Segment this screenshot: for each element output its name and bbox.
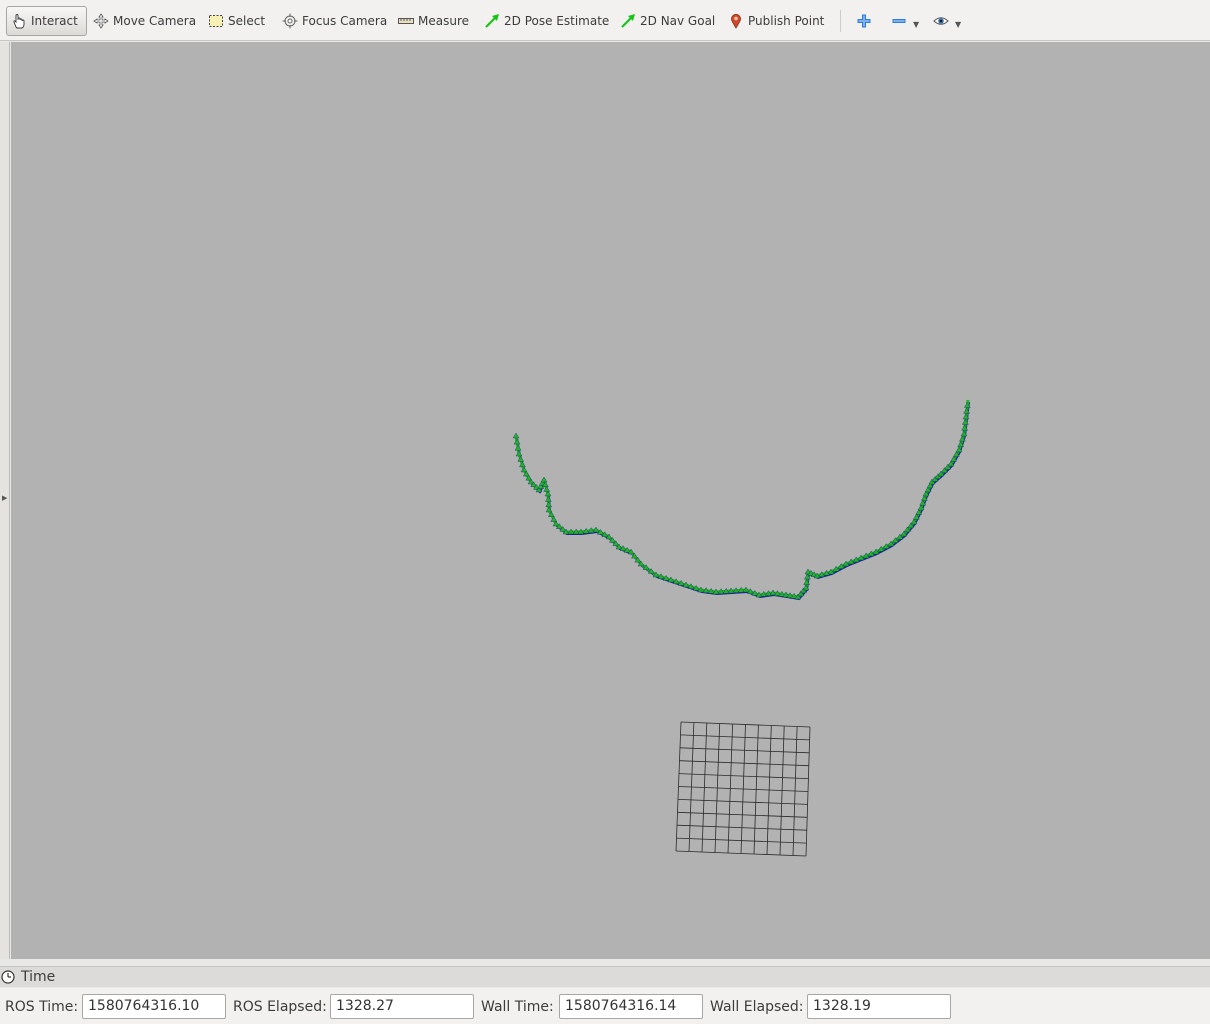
pose-marker [514, 444, 522, 451]
ruler-icon [398, 13, 414, 29]
wall-elapsed-label: Wall Elapsed: [710, 999, 804, 1015]
tool-move-camera-label: Move Camera [113, 14, 197, 28]
ros-time-field[interactable]: 1580764316.10 [82, 994, 226, 1019]
tool-2d-nav-goal-label: 2D Nav Goal [640, 14, 716, 28]
robot-path [512, 399, 971, 601]
green-arrow-icon [484, 13, 500, 29]
render-viewport[interactable] [11, 42, 1210, 959]
green-arrow-icon [620, 13, 636, 29]
focus-camera-icon [282, 13, 298, 29]
minus-icon [891, 13, 907, 29]
path-line [514, 399, 970, 599]
ros-elapsed-label: ROS Elapsed: [233, 999, 327, 1015]
ground-grid [675, 721, 811, 857]
time-panel-header: Time [0, 966, 1210, 987]
tool-interact-button[interactable]: Interact [6, 6, 87, 36]
pose-marker [545, 506, 553, 513]
chevron-down-icon: ▼ [955, 19, 962, 29]
tool-select-button[interactable]: Select [208, 6, 265, 36]
remove-tool-dropdown[interactable]: ▼ [891, 6, 919, 36]
path-shadow-line [516, 401, 970, 601]
tool-move-camera-button[interactable]: Move Camera [93, 6, 196, 36]
tool-measure-button[interactable]: Measure [398, 6, 469, 36]
displays-panel-collapse-handle[interactable]: ▶ [0, 42, 10, 959]
chevron-down-icon: ▼ [913, 19, 920, 29]
chevron-right-icon: ▶ [2, 494, 8, 502]
tool-measure-label: Measure [418, 14, 469, 28]
add-tool-button[interactable] [856, 6, 876, 36]
clock-icon [1, 970, 15, 984]
select-box-icon [208, 13, 224, 29]
pose-marker [513, 438, 521, 445]
move-camera-icon [93, 13, 109, 29]
wall-time-field[interactable]: 1580764316.14 [559, 994, 703, 1019]
tool-2d-pose-estimate-label: 2D Pose Estimate [504, 14, 610, 28]
pose-marker [544, 496, 552, 502]
time-panel-title: Time [21, 969, 56, 985]
ros-time-label: ROS Time: [5, 999, 79, 1015]
hand-icon [11, 13, 27, 29]
tool-select-label: Select [228, 14, 266, 28]
eye-icon [933, 13, 949, 29]
tool-2d-nav-goal-button[interactable]: 2D Nav Goal [620, 6, 715, 36]
scene-canvas [512, 399, 971, 857]
tool-publish-point-button[interactable]: Publish Point [728, 6, 824, 36]
pose-marker [515, 450, 523, 457]
tool-publish-point-label: Publish Point [748, 14, 825, 28]
pose-marker [540, 476, 548, 483]
rviz-window: Interact Move Camera Select Focus Camera… [0, 0, 1210, 1024]
ros-elapsed-field[interactable]: 1328.27 [330, 994, 474, 1019]
time-panel: ROS Time: 1580764316.10 ROS Elapsed: 132… [0, 988, 1210, 1024]
map-pin-icon [728, 13, 744, 29]
view-toolbar-dropdown[interactable]: ▼ [933, 6, 961, 36]
tool-focus-camera-button[interactable]: Focus Camera [282, 6, 387, 36]
pose-marker [512, 432, 520, 439]
tool-interact-label: Interact [31, 14, 78, 28]
tool-2d-pose-estimate-button[interactable]: 2D Pose Estimate [484, 6, 609, 36]
toolbar-separator [840, 10, 841, 32]
pose-marker [545, 501, 553, 508]
wall-elapsed-field[interactable]: 1328.19 [807, 994, 951, 1019]
tools-toolbar: Interact Move Camera Select Focus Camera… [0, 0, 1210, 41]
plus-icon [856, 13, 872, 29]
tool-focus-camera-label: Focus Camera [302, 14, 388, 28]
wall-time-label: Wall Time: [481, 999, 554, 1015]
